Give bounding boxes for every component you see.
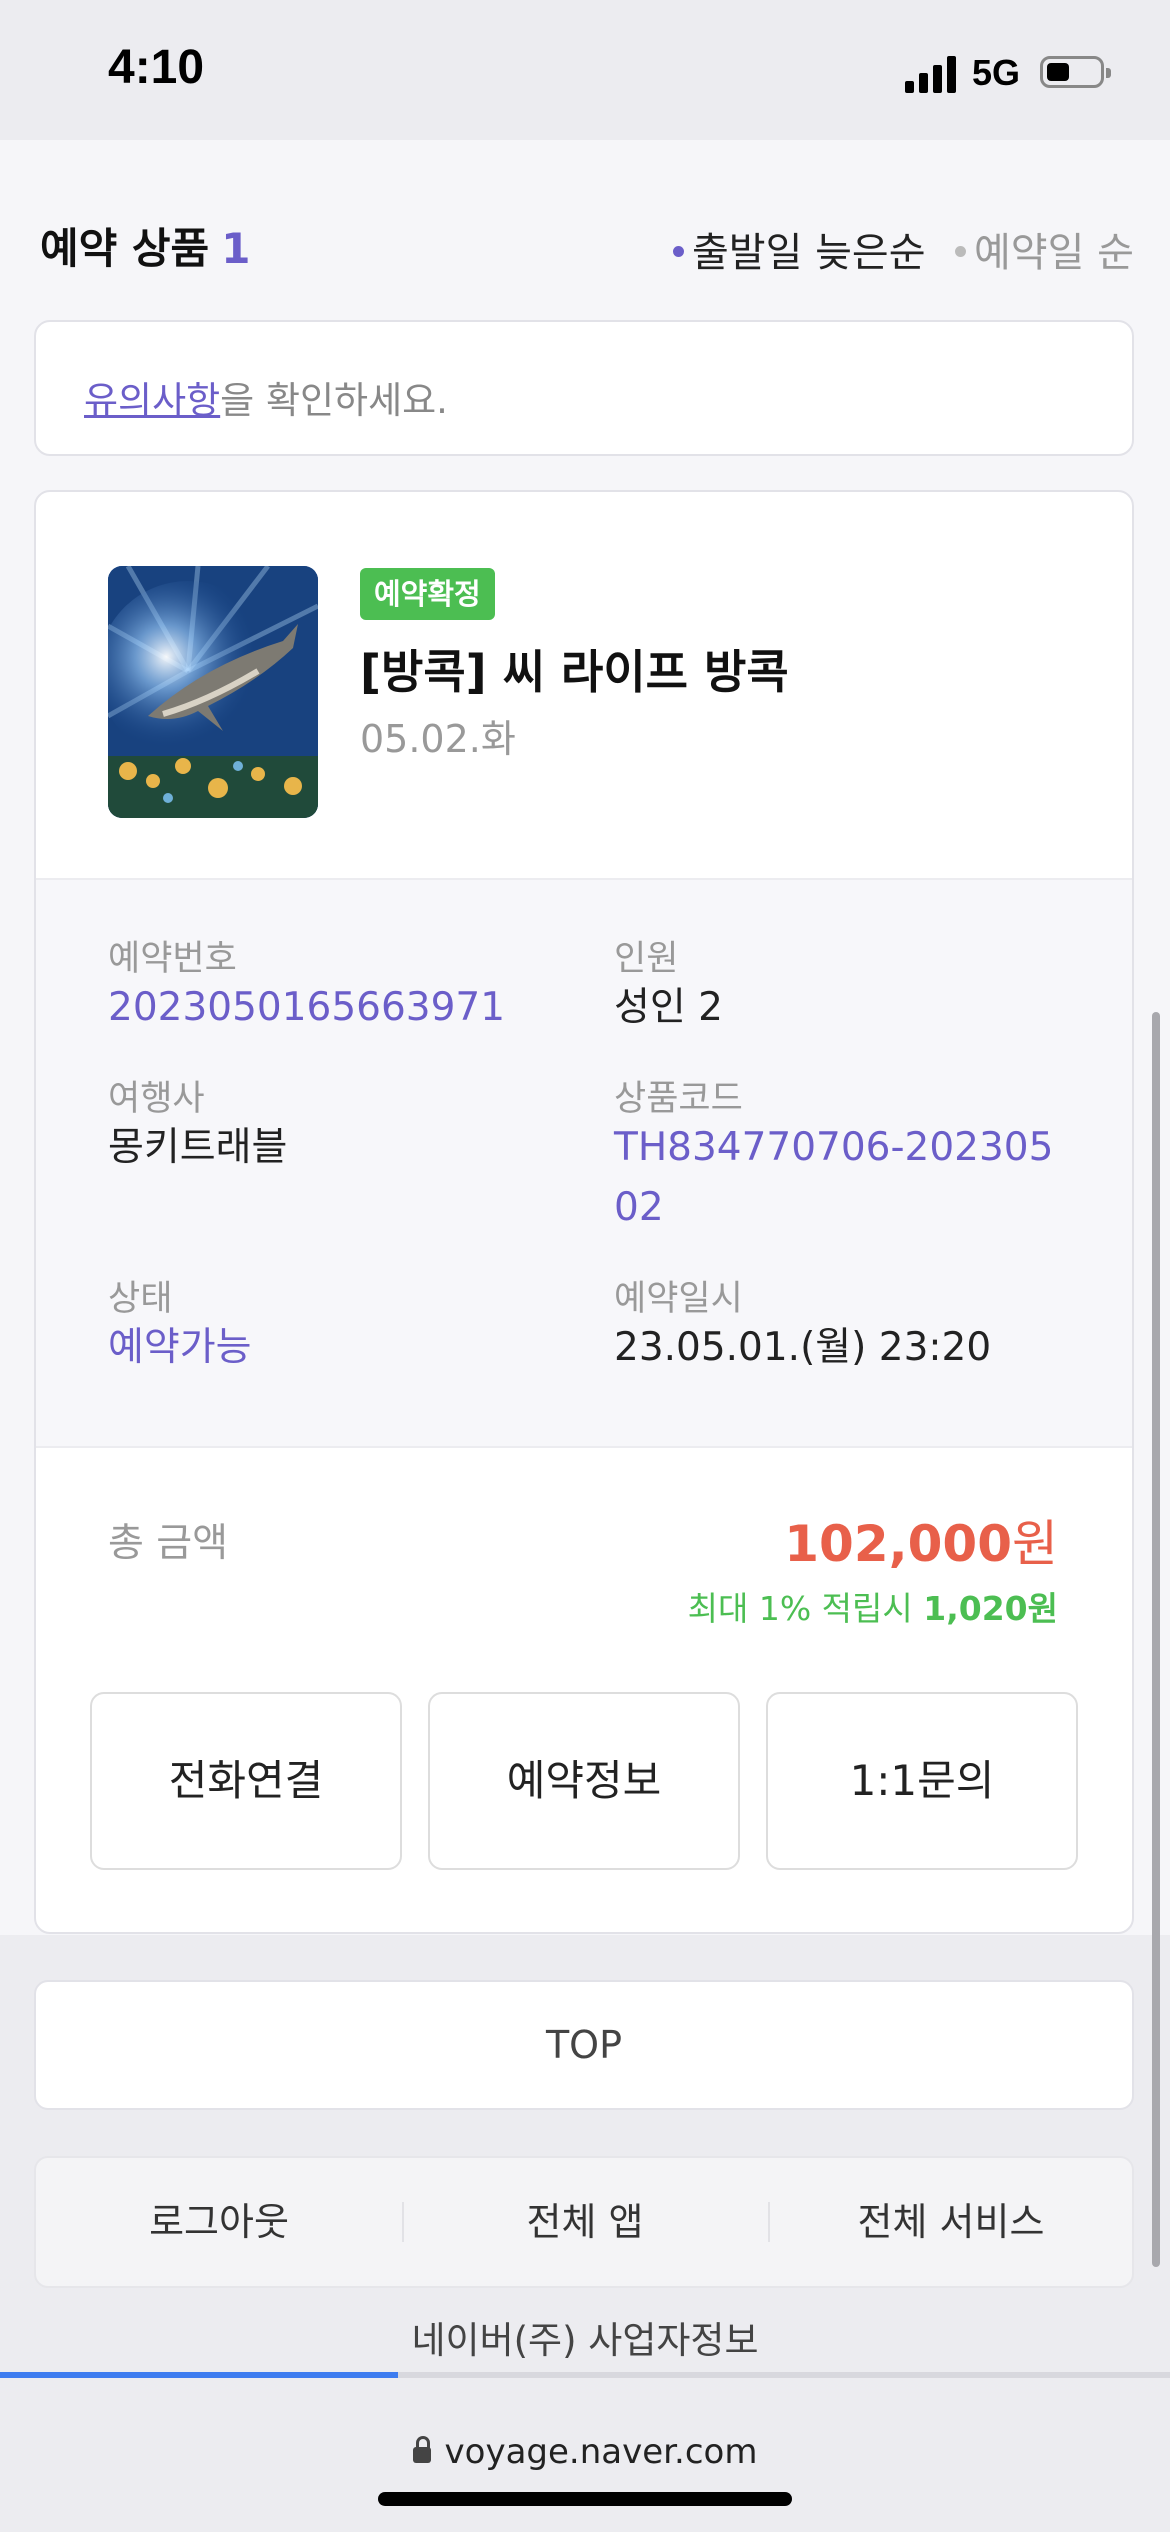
people-value: 성인 2	[614, 985, 723, 1030]
points-info: 최대 1% 적립시 1,020원	[688, 1582, 1058, 1630]
url-display[interactable]: voyage.naver.com	[0, 2432, 1170, 2472]
notice-suffix: 을 확인하세요.	[220, 379, 448, 422]
total-label: 총 금액	[108, 1521, 229, 1566]
product-code-label: 상품코드	[614, 1079, 743, 1119]
all-apps-link[interactable]: 전체 앱	[402, 2158, 768, 2286]
booked-at-value: 23.05.01.(월) 23:20	[614, 1325, 992, 1370]
cellular-signal-icon	[905, 55, 957, 93]
booking-number: 2023050165663971	[108, 985, 506, 1030]
product-thumbnail[interactable]	[108, 566, 318, 818]
browser-url-bar[interactable]: voyage.naver.com	[0, 2378, 1170, 2532]
status-badge: 예약확정	[360, 568, 495, 620]
status-label: 상태	[108, 1279, 173, 1319]
booked-at-label: 예약일시	[614, 1279, 743, 1319]
product-date: 05.02.화	[360, 717, 516, 761]
section-title: 예약 상품 1	[40, 215, 250, 276]
product-title[interactable]: [방콕] 씨 라이프 방콕	[360, 636, 789, 702]
product-code-line1: TH834770706-202305	[614, 1125, 1054, 1170]
total-amount: 102,000원	[784, 1504, 1058, 1576]
reservation-details: 예약번호 2023050165663971 인원 성인 2 여행사 몽키트래블 …	[36, 878, 1132, 1448]
sort-late-departure-label: 출발일 늦은순	[692, 230, 926, 276]
inquiry-button[interactable]: 1:1문의	[766, 1692, 1078, 1870]
points-amount: 1,020원	[923, 1589, 1058, 1628]
status-bar: 4:10 5G	[0, 0, 1170, 140]
footer-links: 로그아웃 전체 앱 전체 서비스	[34, 2156, 1134, 2288]
agency-label: 여행사	[108, 1079, 205, 1119]
call-button[interactable]: 전화연결	[90, 1692, 402, 1870]
status-time: 4:10	[108, 41, 205, 94]
notice-link[interactable]: 유의사항	[84, 379, 220, 422]
booking-number-label: 예약번호	[108, 939, 237, 979]
reservation-card: 예약확정 [방콕] 씨 라이프 방콕 05.02.화 예약번호 20230501…	[34, 490, 1134, 1934]
all-services-link[interactable]: 전체 서비스	[768, 2158, 1134, 2286]
agency-value: 몽키트래블	[108, 1125, 288, 1170]
notice-box: 유의사항을 확인하세요.	[34, 320, 1134, 456]
logout-link[interactable]: 로그아웃	[36, 2158, 402, 2286]
url-text: voyage.naver.com	[444, 2432, 758, 2472]
home-indicator[interactable]	[378, 2492, 792, 2506]
shark-image	[108, 566, 318, 818]
reservation-info-button[interactable]: 예약정보	[428, 1692, 740, 1870]
product-code-line2: 02	[614, 1185, 664, 1230]
unselected-dot-icon	[955, 245, 966, 257]
sort-booking-date[interactable]: 예약일 순	[955, 220, 1134, 278]
battery-icon	[1040, 56, 1111, 88]
status-value: 예약가능	[108, 1325, 252, 1370]
notice-text: 유의사항을 확인하세요.	[84, 370, 448, 424]
reservation-count: 1	[221, 224, 251, 273]
selected-dot-icon	[673, 245, 684, 257]
lock-icon	[412, 2436, 431, 2463]
section-title-text: 예약 상품	[40, 224, 210, 273]
scroll-top-button[interactable]: TOP	[34, 1980, 1134, 2110]
network-type: 5G	[972, 52, 1021, 93]
people-label: 인원	[614, 939, 679, 979]
business-info-link[interactable]: 네이버(주) 사업자정보	[0, 2310, 1170, 2364]
total-amount-value: 102,000	[784, 1515, 1012, 1573]
points-prefix: 최대 1% 적립시	[687, 1589, 924, 1628]
scrollbar[interactable]	[1152, 1012, 1160, 2267]
sort-late-departure[interactable]: 출발일 늦은순	[673, 220, 926, 278]
sort-booking-date-label: 예약일 순	[974, 230, 1134, 276]
total-amount-unit: 원	[1012, 1515, 1058, 1573]
